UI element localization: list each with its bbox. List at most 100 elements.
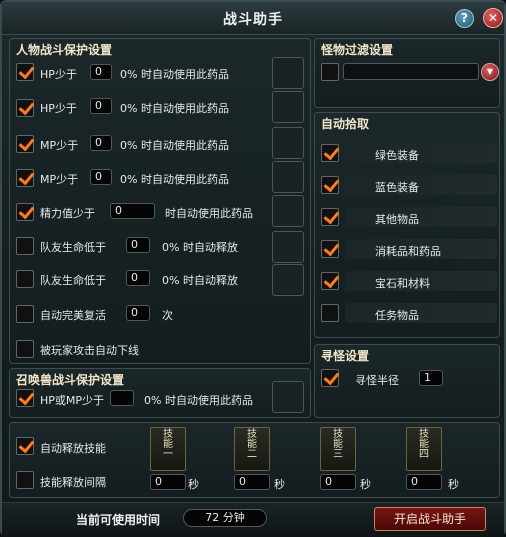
skill-panel: 自动释放技能 技能释放间隔 技能一 0 秒 技能二 0 秒 技能三 0 秒 技能… <box>9 422 500 498</box>
row-prefix: 精力值少于 <box>40 207 95 220</box>
potion-slot-5[interactable] <box>272 195 304 227</box>
mp-checkbox-1[interactable] <box>16 135 34 153</box>
energy-checkbox[interactable] <box>16 203 34 221</box>
row-prefix: HP或MP少于 <box>40 394 105 407</box>
row-prefix: 队友生命低于 <box>40 274 106 287</box>
skill-four-interval-input[interactable]: 0 <box>406 474 442 490</box>
auto-pickup-panel: 自动拾取 绿色装备 蓝色装备 其他物品 消耗品和药品 宝石和材料 任务物品 <box>314 112 500 338</box>
list-item <box>345 207 497 227</box>
row-suffix: 时自动使用此药品 <box>165 207 253 220</box>
seconds-unit: 秒 <box>360 478 371 491</box>
hp-checkbox-2[interactable] <box>16 99 34 117</box>
battle-assistant-window: 战斗助手 ? ✕ 人物战斗保护设置 HP少于 0 0% 时自动使用此药品 HP少… <box>0 0 506 537</box>
seek-monster-checkbox[interactable] <box>321 369 339 387</box>
skill-interval-label: 技能释放间隔 <box>40 476 106 489</box>
mp-checkbox-2[interactable] <box>16 169 34 187</box>
skill-slot-1[interactable] <box>272 231 304 263</box>
mp-threshold-input-1[interactable]: 0 <box>90 135 112 151</box>
pet-potion-slot[interactable] <box>272 381 304 413</box>
pickup-label: 其他物品 <box>375 213 419 226</box>
teammate-hp-checkbox-2[interactable] <box>16 270 34 288</box>
potion-slot-2[interactable] <box>272 91 304 123</box>
time-label: 当前可使用时间 <box>76 513 161 527</box>
hp-threshold-input-2[interactable]: 0 <box>90 98 112 114</box>
auto-revive-label: 自动完美复活 <box>40 309 106 322</box>
pickup-label: 任务物品 <box>375 309 419 322</box>
panel-title: 召唤兽战斗保护设置 <box>16 373 125 387</box>
potion-slot-4[interactable] <box>272 161 304 193</box>
player-protection-panel: 人物战斗保护设置 HP少于 0 0% 时自动使用此药品 HP少于 0 0% 时自… <box>9 38 311 364</box>
attacked-logout-checkbox[interactable] <box>16 340 34 358</box>
skill-slot-2[interactable] <box>272 264 304 296</box>
row-suffix: 0% 时自动使用此药品 <box>120 173 229 186</box>
row-prefix: HP少于 <box>40 68 77 81</box>
pickup-gem-checkbox[interactable] <box>321 272 339 290</box>
panel-title: 人物战斗保护设置 <box>16 43 113 57</box>
pickup-label: 绿色装备 <box>375 149 419 162</box>
pickup-quest-checkbox[interactable] <box>321 304 339 322</box>
auto-release-skill-checkbox[interactable] <box>16 437 34 455</box>
skill-one-slot[interactable]: 技能一 <box>150 427 186 471</box>
list-item <box>345 303 497 323</box>
energy-threshold-input[interactable]: 0 <box>110 203 155 219</box>
skill-three-interval-input[interactable]: 0 <box>320 474 356 490</box>
seek-radius-label: 寻怪半径 <box>355 374 399 387</box>
start-assistant-button[interactable]: 开启战斗助手 <box>374 507 486 531</box>
skill-three-slot[interactable]: 技能三 <box>320 427 356 471</box>
seconds-unit: 秒 <box>448 478 459 491</box>
monster-filter-select[interactable] <box>343 63 479 80</box>
row-prefix: 队友生命低于 <box>40 241 106 254</box>
skill-two-interval-input[interactable]: 0 <box>234 474 270 490</box>
row-suffix: 0% 时自动使用此药品 <box>120 139 229 152</box>
row-suffix: 0% 时自动使用此药品 <box>144 394 253 407</box>
help-button[interactable]: ? <box>455 9 474 28</box>
auto-release-skill-label: 自动释放技能 <box>40 442 106 455</box>
skill-four-slot[interactable]: 技能四 <box>406 427 442 471</box>
skill-interval-checkbox[interactable] <box>16 471 34 489</box>
panel-title: 自动拾取 <box>321 117 370 131</box>
seconds-unit: 秒 <box>274 478 285 491</box>
monster-filter-panel: 怪物过滤设置 ▼ <box>314 38 500 108</box>
potion-slot-3[interactable] <box>272 127 304 159</box>
pickup-label: 宝石和材料 <box>375 277 430 290</box>
seconds-unit: 秒 <box>188 478 199 491</box>
title-bar[interactable]: 战斗助手 ? ✕ <box>2 2 504 35</box>
row-suffix: 0% 时自动使用此药品 <box>120 68 229 81</box>
pickup-consumable-checkbox[interactable] <box>321 240 339 258</box>
row-prefix: HP少于 <box>40 102 77 115</box>
teammate-threshold-input-1[interactable]: 0 <box>126 237 150 253</box>
panel-title: 怪物过滤设置 <box>321 43 394 57</box>
chevron-down-icon[interactable]: ▼ <box>481 63 499 81</box>
pet-threshold-input[interactable] <box>110 390 134 406</box>
row-suffix: 0% 时自动使用此药品 <box>120 102 229 115</box>
monster-filter-checkbox[interactable] <box>321 63 339 81</box>
skill-one-interval-input[interactable]: 0 <box>150 474 186 490</box>
window-title: 战斗助手 <box>223 12 283 28</box>
time-value: 72 分钟 <box>183 509 267 527</box>
pickup-blue-checkbox[interactable] <box>321 176 339 194</box>
revive-count-input[interactable]: 0 <box>126 305 150 321</box>
pet-hp-mp-checkbox[interactable] <box>16 389 34 407</box>
hp-threshold-input-1[interactable]: 0 <box>90 64 112 80</box>
pickup-other-checkbox[interactable] <box>321 208 339 226</box>
revive-unit: 次 <box>162 309 173 322</box>
pet-protection-panel: 召唤兽战斗保护设置 HP或MP少于 0% 时自动使用此药品 <box>9 368 311 418</box>
pickup-label: 消耗品和药品 <box>375 245 441 258</box>
row-prefix: MP少于 <box>40 139 79 152</box>
row-prefix: MP少于 <box>40 173 79 186</box>
list-item <box>345 175 497 195</box>
seek-monster-panel: 寻怪设置 寻怪半径 1 <box>314 344 500 418</box>
row-suffix: 0% 时自动释放 <box>162 241 238 254</box>
teammate-threshold-input-2[interactable]: 0 <box>126 270 150 286</box>
mp-threshold-input-2[interactable]: 0 <box>90 169 112 185</box>
auto-revive-checkbox[interactable] <box>16 305 34 323</box>
hp-checkbox-1[interactable] <box>16 63 34 81</box>
pickup-green-checkbox[interactable] <box>321 144 339 162</box>
footer-bar: 当前可使用时间 72 分钟 开启战斗助手 <box>2 502 504 537</box>
close-button[interactable]: ✕ <box>483 8 503 28</box>
skill-two-slot[interactable]: 技能二 <box>234 427 270 471</box>
teammate-hp-checkbox-1[interactable] <box>16 237 34 255</box>
seek-radius-input[interactable]: 1 <box>419 370 443 386</box>
row-suffix: 0% 时自动释放 <box>162 274 238 287</box>
potion-slot-1[interactable] <box>272 57 304 89</box>
